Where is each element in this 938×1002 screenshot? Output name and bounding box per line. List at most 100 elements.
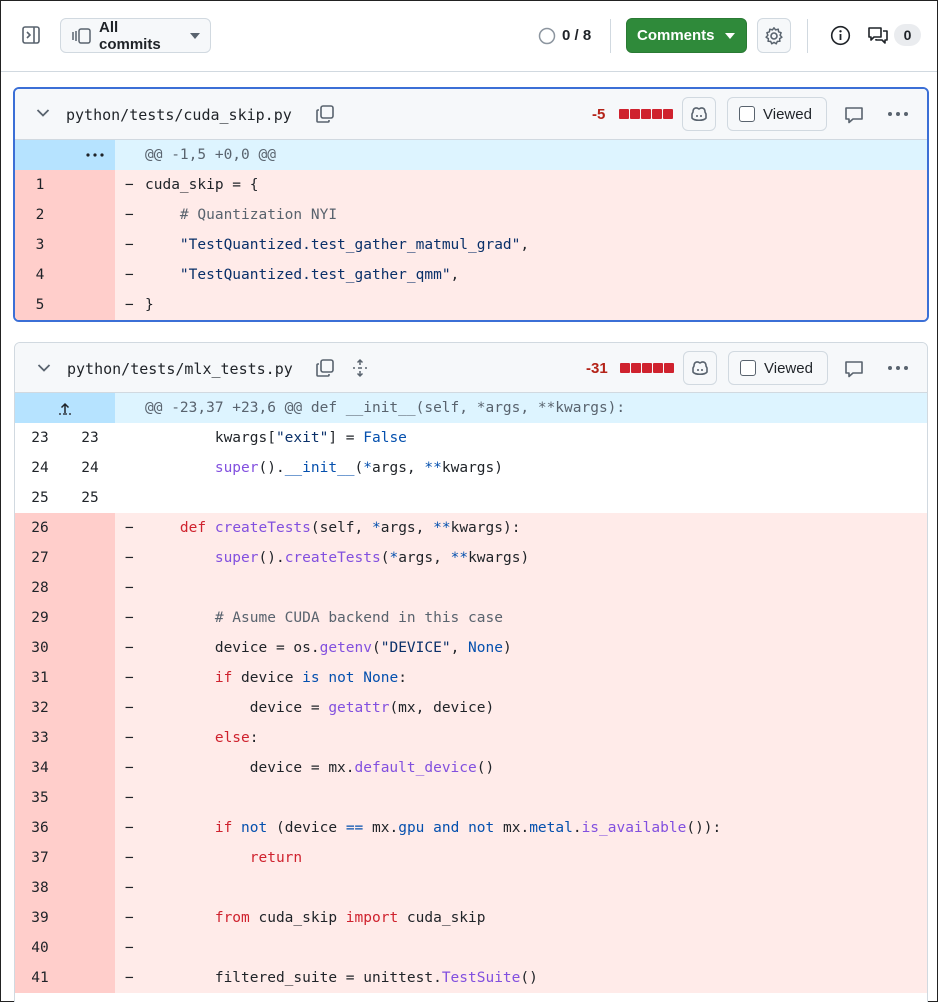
old-line-number[interactable]: 24 bbox=[15, 453, 65, 483]
file-diff-mlx-tests: python/tests/mlx_tests.py -31 Viewed @@ … bbox=[14, 342, 928, 1002]
new-line-number[interactable] bbox=[65, 200, 115, 230]
new-line-number[interactable] bbox=[65, 633, 115, 663]
viewed-checkbox[interactable] bbox=[739, 106, 755, 122]
collapse-chevron-icon[interactable] bbox=[36, 108, 50, 118]
file-path[interactable]: python/tests/cuda_skip.py bbox=[66, 106, 292, 124]
new-line-number[interactable] bbox=[65, 963, 115, 993]
diff-line[interactable]: 38 − bbox=[15, 873, 927, 903]
diff-line[interactable]: 5 −} bbox=[15, 290, 927, 320]
comment-icon[interactable] bbox=[844, 359, 864, 379]
new-line-number[interactable] bbox=[65, 230, 115, 260]
new-line-number[interactable] bbox=[65, 753, 115, 783]
old-line-number[interactable]: 34 bbox=[15, 753, 65, 783]
new-line-number[interactable] bbox=[65, 663, 115, 693]
diff-line[interactable]: 29 − # Asume CUDA backend in this case bbox=[15, 603, 927, 633]
new-line-number[interactable]: 25 bbox=[65, 483, 115, 513]
new-line-number[interactable] bbox=[65, 603, 115, 633]
new-line-number[interactable] bbox=[65, 260, 115, 290]
new-line-number[interactable] bbox=[65, 693, 115, 723]
new-line-number[interactable] bbox=[65, 843, 115, 873]
new-line-number[interactable] bbox=[65, 543, 115, 573]
new-line-number[interactable] bbox=[65, 170, 115, 200]
old-line-number[interactable]: 40 bbox=[15, 933, 65, 963]
settings-button[interactable] bbox=[757, 18, 791, 53]
conversations-icon[interactable] bbox=[867, 25, 889, 46]
old-line-number[interactable]: 35 bbox=[15, 783, 65, 813]
info-icon[interactable] bbox=[830, 25, 851, 46]
comment-icon[interactable] bbox=[844, 105, 864, 125]
more-options-icon[interactable] bbox=[887, 365, 909, 371]
old-line-number[interactable]: 41 bbox=[15, 963, 65, 993]
expand-up-button[interactable] bbox=[15, 393, 115, 423]
diff-line[interactable]: 24 24 super().__init__(*args, **kwargs) bbox=[15, 453, 927, 483]
new-line-number[interactable]: 24 bbox=[65, 453, 115, 483]
diff-line[interactable]: 30 − device = os.getenv("DEVICE", None) bbox=[15, 633, 927, 663]
new-line-number[interactable] bbox=[65, 873, 115, 903]
diff-line[interactable]: 26 − def createTests(self, *args, **kwarg… bbox=[15, 513, 927, 543]
diff-line[interactable]: 28 − bbox=[15, 573, 927, 603]
comments-button[interactable]: Comments bbox=[626, 18, 747, 53]
copy-icon[interactable] bbox=[315, 104, 335, 124]
diff-line[interactable]: 34 − device = mx.default_device() bbox=[15, 753, 927, 783]
old-line-number[interactable]: 39 bbox=[15, 903, 65, 933]
diff-line[interactable]: 40 − bbox=[15, 933, 927, 963]
old-line-number[interactable]: 30 bbox=[15, 633, 65, 663]
old-line-number[interactable]: 38 bbox=[15, 873, 65, 903]
diff-line[interactable]: 35 − bbox=[15, 783, 927, 813]
expand-hunk-button[interactable] bbox=[15, 140, 115, 170]
diff-line[interactable]: 4 − "TestQuantized.test_gather_qmm", bbox=[15, 260, 927, 290]
diff-line[interactable]: 23 23 kwargs["exit"] = False bbox=[15, 423, 927, 453]
old-line-number[interactable]: 3 bbox=[15, 230, 65, 260]
new-line-number[interactable] bbox=[65, 783, 115, 813]
new-line-number[interactable] bbox=[65, 290, 115, 320]
all-commits-dropdown[interactable]: All commits bbox=[60, 18, 211, 53]
copy-icon[interactable] bbox=[315, 358, 335, 378]
copilot-button[interactable] bbox=[682, 97, 716, 131]
new-line-number[interactable] bbox=[65, 573, 115, 603]
collapse-chevron-icon[interactable] bbox=[37, 363, 51, 373]
diff-line[interactable]: 31 − if device is not None: bbox=[15, 663, 927, 693]
sidebar-toggle-icon[interactable] bbox=[21, 25, 41, 45]
old-line-number[interactable]: 25 bbox=[15, 483, 65, 513]
old-line-number[interactable]: 5 bbox=[15, 290, 65, 320]
line-text: kwargs["exit"] = False bbox=[145, 430, 407, 446]
diff-line[interactable]: 3 − "TestQuantized.test_gather_matmul_gra… bbox=[15, 230, 927, 260]
new-line-number[interactable] bbox=[65, 723, 115, 753]
old-line-number[interactable]: 4 bbox=[15, 260, 65, 290]
old-line-number[interactable]: 29 bbox=[15, 603, 65, 633]
diff-line[interactable]: 39 − from cuda_skip import cuda_skip bbox=[15, 903, 927, 933]
old-line-number[interactable]: 26 bbox=[15, 513, 65, 543]
old-line-number[interactable]: 36 bbox=[15, 813, 65, 843]
viewed-checkbox[interactable] bbox=[740, 360, 756, 376]
viewed-toggle[interactable]: Viewed bbox=[728, 351, 828, 385]
old-line-number[interactable]: 23 bbox=[15, 423, 65, 453]
old-line-number[interactable]: 28 bbox=[15, 573, 65, 603]
diff-line[interactable]: 41 − filtered_suite = unittest.TestSuite(… bbox=[15, 963, 927, 993]
old-line-number[interactable]: 27 bbox=[15, 543, 65, 573]
new-line-number[interactable] bbox=[65, 903, 115, 933]
old-line-number[interactable]: 2 bbox=[15, 200, 65, 230]
diff-line[interactable]: 25 25 bbox=[15, 483, 927, 513]
old-line-number[interactable]: 31 bbox=[15, 663, 65, 693]
new-line-number[interactable] bbox=[65, 933, 115, 963]
more-options-icon[interactable] bbox=[887, 111, 909, 117]
old-line-number[interactable]: 1 bbox=[15, 170, 65, 200]
file-path[interactable]: python/tests/mlx_tests.py bbox=[67, 360, 293, 378]
diff-line[interactable]: 33 − else: bbox=[15, 723, 927, 753]
toolbar-divider bbox=[807, 19, 808, 53]
expand-all-icon[interactable] bbox=[350, 358, 370, 378]
diff-line[interactable]: 32 − device = getattr(mx, device) bbox=[15, 693, 927, 723]
copilot-button[interactable] bbox=[683, 351, 717, 385]
old-line-number[interactable]: 32 bbox=[15, 693, 65, 723]
diff-line[interactable]: 36 − if not (device == mx.gpu and not mx.… bbox=[15, 813, 927, 843]
old-line-number[interactable]: 33 bbox=[15, 723, 65, 753]
diff-line[interactable]: 2 − # Quantization NYI bbox=[15, 200, 927, 230]
diff-line[interactable]: 1 − cuda_skip = { bbox=[15, 170, 927, 200]
new-line-number[interactable]: 23 bbox=[65, 423, 115, 453]
viewed-toggle[interactable]: Viewed bbox=[727, 97, 827, 131]
new-line-number[interactable] bbox=[65, 513, 115, 543]
diff-line[interactable]: 27 − super().createTests(*args, **kwargs) bbox=[15, 543, 927, 573]
new-line-number[interactable] bbox=[65, 813, 115, 843]
diff-line[interactable]: 37 − return bbox=[15, 843, 927, 873]
old-line-number[interactable]: 37 bbox=[15, 843, 65, 873]
